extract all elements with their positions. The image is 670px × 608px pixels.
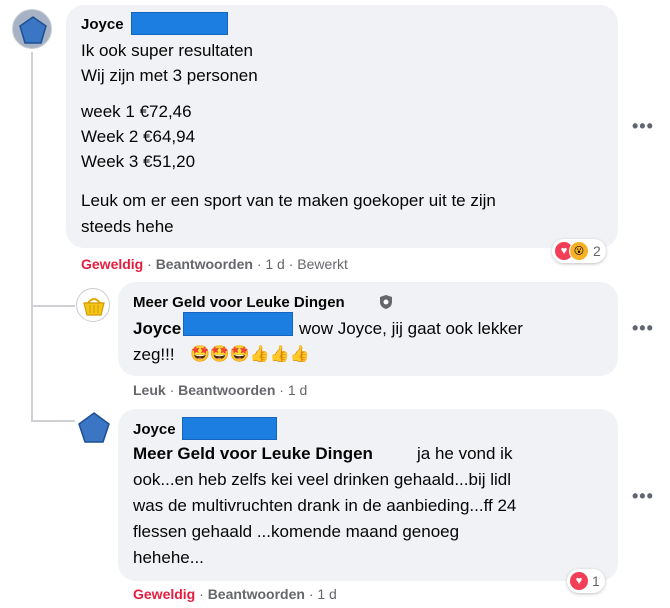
comment-text: hehehe... [133,548,204,567]
comment-text: Leuk om er een sport van te maken goekop… [81,191,496,210]
comment-text: was de multivruchten drank in de aanbied… [133,496,517,515]
comment-text: Week 3 €51,20 [81,152,196,171]
heart-react-icon: ♥ [570,572,588,590]
reaction-summary[interactable]: ♥ 1 [567,569,605,593]
basket-logo-icon [83,298,105,316]
thread-connector [31,420,75,422]
reaction-summary[interactable]: ♥ 😮 2 [552,239,606,263]
comment-actions: Geweldig · Beantwoorden · 1 d · Bewerkt [81,256,348,272]
comment-author[interactable]: Joyce [133,421,176,438]
mention-link[interactable]: Joyce [133,316,181,341]
comment-text: Week 2 €64,94 [81,127,196,146]
reaction-link[interactable]: Geweldig [133,586,195,602]
joyce-avatar[interactable] [76,410,112,446]
more-options-icon[interactable]: ••• [632,486,654,507]
like-link[interactable]: Leuk [133,382,166,398]
reply-link[interactable]: Beantwoorden [156,256,253,272]
redacted-name [183,312,293,336]
reaction-link[interactable]: Geweldig [81,256,143,272]
comment-text: wow Joyce, jij gaat ook lekker [299,319,523,338]
comment-text: Ik ook super resultaten [81,41,253,60]
thread-connector [31,52,33,422]
avatar-pentagon-icon [19,16,47,44]
comment-author[interactable]: Meer Geld voor Leuke Dingen [133,294,345,311]
timestamp[interactable]: 1 d [288,382,307,398]
comment-text: week 1 €72,46 [81,102,192,121]
edited-label: Bewerkt [297,256,348,272]
reply-link[interactable]: Beantwoorden [178,382,275,398]
thread-connector [31,305,75,307]
timestamp[interactable]: 1 d [317,586,336,602]
mention-link[interactable]: Meer Geld voor Leuke Dingen [133,441,373,466]
more-options-icon[interactable]: ••• [632,116,654,137]
avatar-pentagon-icon [78,412,110,443]
more-options-icon[interactable]: ••• [632,318,654,339]
comment-text: Wij zijn met 3 personen [81,66,258,85]
comment-text: flessen gehaald ...komende maand genoeg [133,522,460,541]
redacted-name [131,12,228,35]
comment-emojis: 🤩🤩🤩👍👍👍 [190,346,310,363]
joyce-avatar[interactable] [12,9,52,49]
verified-badge-icon [380,295,392,309]
redacted-name [182,417,277,440]
comment-text: steeds hehe [81,217,174,236]
comment-author[interactable]: Joyce [81,16,124,33]
comment-text: ook...en heb zelfs kei veel drinken geha… [133,470,512,489]
comment-actions: Leuk · Beantwoorden · 1 d [133,382,308,398]
reaction-count: 2 [593,243,601,259]
page-avatar[interactable] [76,288,110,322]
comment-actions: Geweldig · Beantwoorden · 1 d [133,586,337,602]
timestamp[interactable]: 1 d [265,256,284,272]
reply-link[interactable]: Beantwoorden [208,586,305,602]
wow-react-icon: 😮 [569,241,589,261]
comment-text: ja he vond ik [417,444,513,463]
comment-text: zeg!!! [133,345,175,364]
reaction-count: 1 [592,573,600,589]
